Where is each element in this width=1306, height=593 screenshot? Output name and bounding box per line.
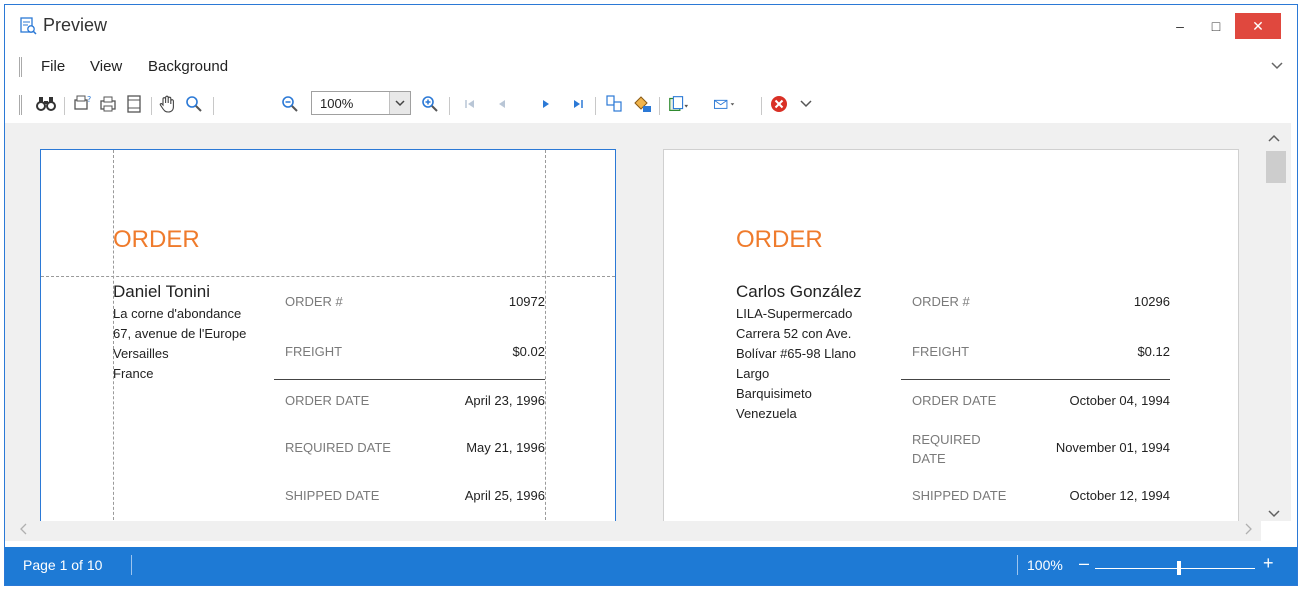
- freight-label: FREIGHT: [912, 344, 970, 359]
- menu-background[interactable]: Background: [148, 58, 228, 75]
- order-heading: ORDER: [113, 226, 200, 253]
- freight-label: FREIGHT: [285, 344, 343, 359]
- svg-text:?: ?: [87, 95, 91, 104]
- first-page-icon[interactable]: [459, 93, 481, 115]
- preview-window: Preview – □ ✕ File View Background ? 100…: [4, 4, 1298, 586]
- customer-name: Carlos González: [736, 282, 862, 301]
- title-bar: Preview – □ ✕: [5, 5, 1297, 47]
- menu-view[interactable]: View: [90, 58, 122, 75]
- vertical-scrollbar[interactable]: [1261, 123, 1291, 521]
- shipped-date-value: April 25, 1996: [464, 488, 545, 503]
- order-number-label: ORDER #: [285, 294, 343, 309]
- toolbar-overflow-icon[interactable]: [795, 93, 817, 115]
- minimize-button[interactable]: –: [1169, 13, 1191, 39]
- quick-print-icon[interactable]: [123, 93, 145, 115]
- freight-value: $0.12: [1137, 344, 1170, 359]
- required-date-label: REQUIRED DATE: [912, 432, 981, 466]
- zoom-slider-track[interactable]: [1095, 568, 1255, 569]
- close-icon: ✕: [1252, 17, 1264, 34]
- zoom-out-icon[interactable]: [279, 93, 301, 115]
- scroll-down-icon[interactable]: [1268, 507, 1280, 521]
- divider-line: [274, 379, 545, 380]
- multiple-pages-icon[interactable]: [603, 93, 625, 115]
- order-number-value: 10296: [1133, 294, 1170, 309]
- document-canvas[interactable]: ORDER Daniel Tonini La corne d'abondance…: [5, 123, 1261, 521]
- chevron-down-icon[interactable]: [389, 92, 410, 114]
- address-line: Versailles: [113, 346, 169, 361]
- page-2[interactable]: ORDER Carlos González LILA-Supermercado …: [663, 149, 1239, 521]
- customer-address: LILA-Supermercado Carrera 52 con Ave. Bo…: [736, 304, 856, 424]
- address-line: France: [113, 366, 154, 381]
- status-divider: [131, 555, 132, 575]
- address-line: Bolívar #65-98 Llano: [736, 346, 856, 361]
- order-date-label: ORDER DATE: [912, 393, 997, 408]
- status-divider: [1017, 555, 1018, 575]
- zoom-percentage: 100%: [1027, 557, 1063, 573]
- address-line: Venezuela: [736, 406, 797, 421]
- scrollbar-thumb[interactable]: [1266, 151, 1286, 183]
- zoom-out-button[interactable]: –: [1079, 553, 1089, 574]
- print-icon[interactable]: [97, 93, 119, 115]
- minimize-icon: –: [1176, 18, 1184, 34]
- send-email-icon[interactable]: [713, 93, 735, 115]
- shipped-date-value: October 12, 1994: [1069, 488, 1170, 503]
- hand-tool-icon[interactable]: [157, 93, 179, 115]
- magnifier-icon[interactable]: [183, 93, 205, 115]
- zoom-in-button[interactable]: +: [1263, 553, 1274, 574]
- required-date-label: REQUIRED DATE: [285, 440, 391, 455]
- address-line: 67, avenue de l'Europe: [113, 326, 247, 341]
- next-page-icon[interactable]: [535, 93, 557, 115]
- preview-icon: [19, 17, 37, 35]
- required-date-value: November 01, 1994: [1055, 440, 1170, 455]
- toolbar-grip[interactable]: [19, 95, 22, 115]
- page-1[interactable]: ORDER Daniel Tonini La corne d'abondance…: [40, 149, 616, 521]
- find-icon[interactable]: [35, 93, 57, 115]
- address-line: LILA-Supermercado: [736, 306, 853, 321]
- scroll-right-icon[interactable]: [1245, 523, 1253, 538]
- maximize-icon: □: [1211, 18, 1221, 34]
- scroll-left-icon[interactable]: [19, 523, 27, 538]
- order-number-label: ORDER #: [912, 294, 970, 309]
- fill-background-icon[interactable]: [631, 93, 653, 115]
- order-number-value: 10972: [508, 294, 545, 309]
- order-date-value: April 23, 1996: [464, 393, 545, 408]
- close-preview-icon[interactable]: [769, 93, 791, 115]
- maximize-button[interactable]: □: [1205, 13, 1227, 39]
- previous-page-icon[interactable]: [491, 93, 513, 115]
- order-heading: ORDER: [736, 226, 823, 253]
- address-line: Largo: [736, 366, 770, 381]
- order-date-label: ORDER DATE: [285, 393, 370, 408]
- address-line: Barquisimeto: [736, 386, 812, 401]
- last-page-icon[interactable]: [567, 93, 589, 115]
- zoom-combo-value: 100%: [320, 96, 354, 111]
- customer-address: La corne d'abondance 67, avenue de l'Eur…: [113, 304, 246, 384]
- order-date-value: October 04, 1994: [1069, 393, 1170, 408]
- margin-guide-top: [41, 276, 615, 277]
- shipped-date-label: SHIPPED DATE: [285, 488, 380, 503]
- scroll-up-icon[interactable]: [1268, 131, 1280, 145]
- page-setup-icon[interactable]: ?: [71, 93, 93, 115]
- export-icon[interactable]: [667, 93, 689, 115]
- zoom-combo[interactable]: 100%: [311, 91, 411, 115]
- shipped-date-label: SHIPPED DATE: [912, 488, 1007, 503]
- address-line: Carrera 52 con Ave.: [736, 326, 852, 341]
- address-line: La corne d'abondance: [113, 306, 242, 321]
- horizontal-scrollbar[interactable]: [5, 521, 1261, 541]
- chevron-down-icon[interactable]: [1271, 59, 1283, 73]
- required-date-value: May 21, 1996: [466, 440, 545, 455]
- menu-grip[interactable]: [19, 57, 22, 77]
- freight-value: $0.02: [512, 344, 545, 359]
- status-bar: Page 1 of 10 100% – +: [5, 547, 1297, 585]
- divider-line: [901, 379, 1170, 380]
- page-indicator: Page 1 of 10: [23, 557, 103, 573]
- customer-name: Daniel Tonini: [113, 282, 211, 301]
- margin-guide-right: [545, 150, 546, 521]
- close-button[interactable]: ✕: [1235, 13, 1281, 39]
- zoom-slider-thumb[interactable]: [1177, 561, 1181, 575]
- window-title: Preview: [43, 15, 108, 35]
- zoom-in-icon[interactable]: [419, 93, 441, 115]
- menu-file[interactable]: File: [41, 58, 65, 75]
